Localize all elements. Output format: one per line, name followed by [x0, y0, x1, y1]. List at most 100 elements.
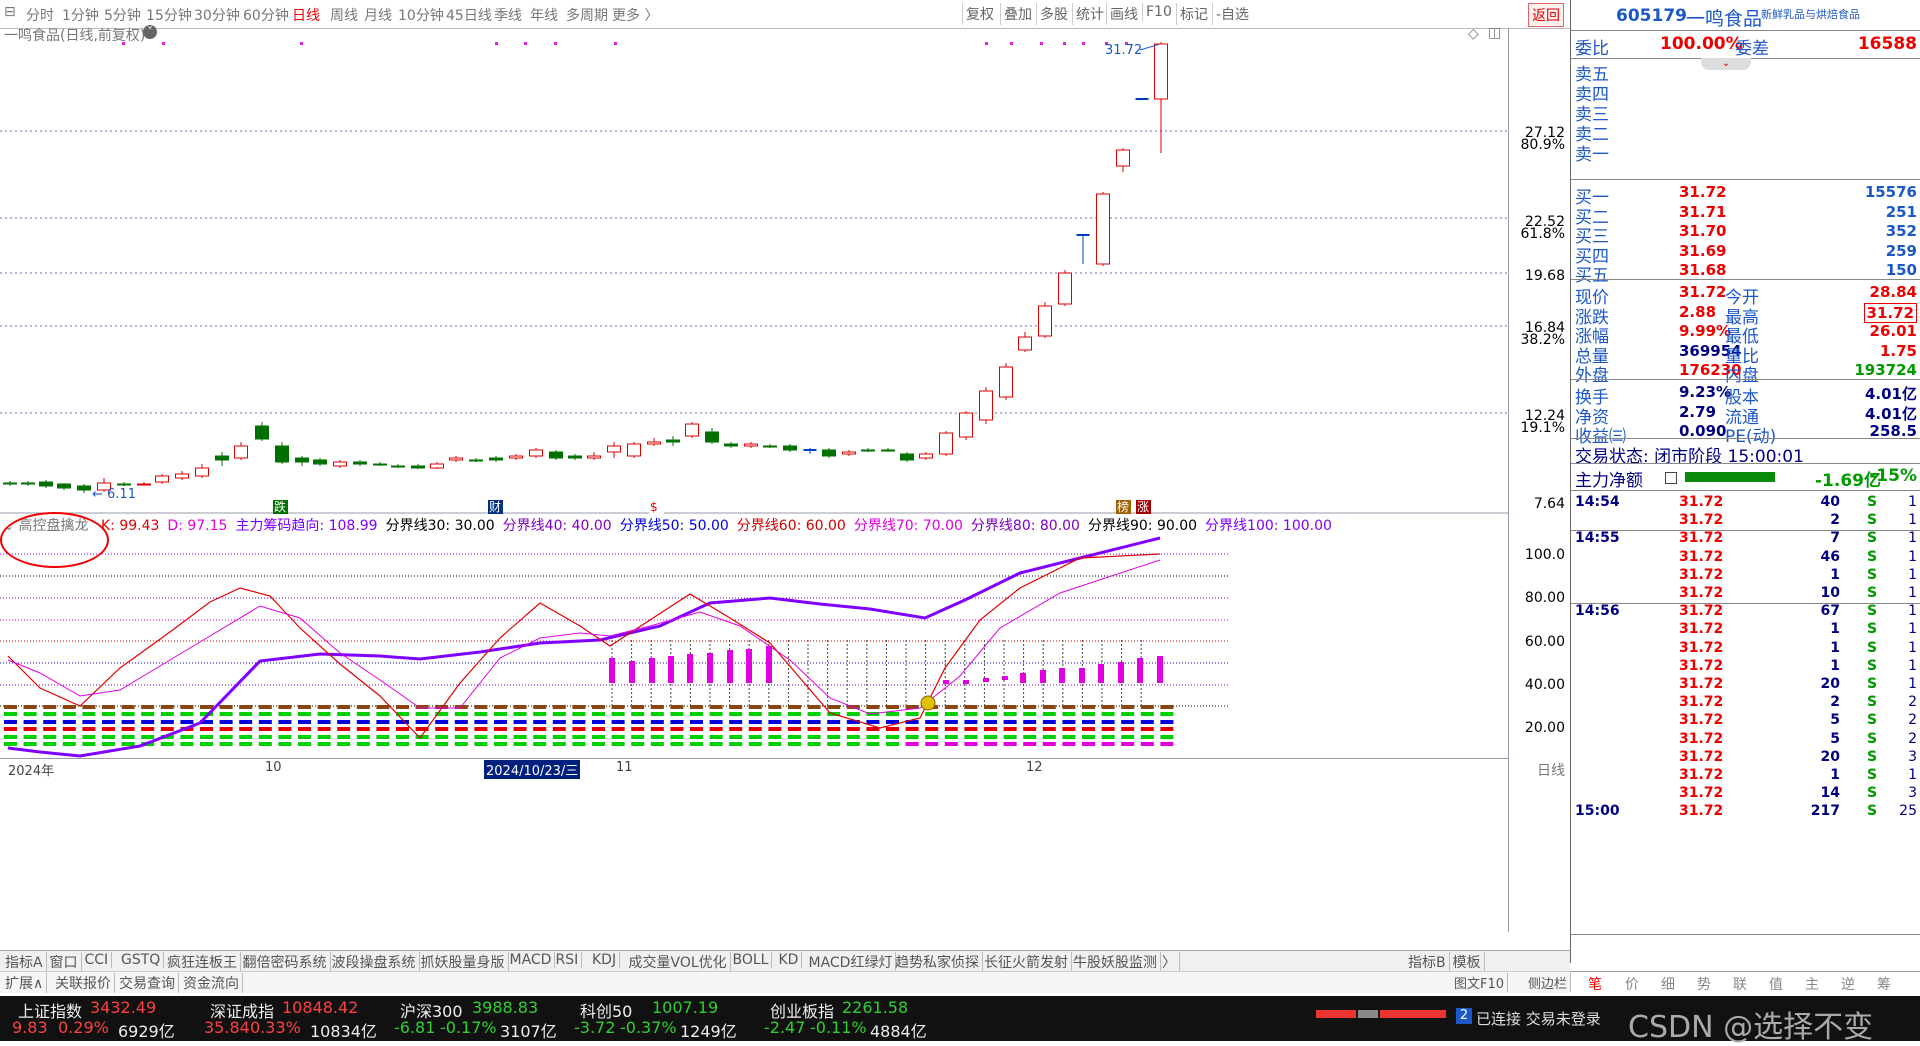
extend-tab[interactable]: 资金流向: [180, 973, 243, 993]
diamond-icon[interactable]: ◇: [1468, 26, 1479, 42]
toolbar-button[interactable]: 多股: [1036, 3, 1071, 25]
period-tab[interactable]: 更多 〉: [612, 5, 658, 25]
toolbar-button[interactable]: -自选: [1212, 3, 1252, 25]
panel-toggle-icon[interactable]: ◫: [1488, 25, 1501, 41]
toolbar-button[interactable]: 复权: [962, 3, 997, 25]
indicator-dash: [102, 742, 115, 746]
indicator-tab[interactable]: GSTQ: [118, 952, 165, 968]
chart-canvas[interactable]: 31.72 ← 6.11 跌 财 $ 榜涨: [0, 28, 1508, 932]
indicator-dash: [200, 727, 213, 731]
indicator-tab[interactable]: CCI: [82, 952, 113, 968]
toolbar-button[interactable]: 叠加: [1000, 3, 1035, 25]
panel-tab[interactable]: 势: [1697, 974, 1711, 994]
period-tab[interactable]: 月线: [364, 5, 392, 25]
kline-chart[interactable]: 31.72 ← 6.11 跌财 $ 榜涨 一鸣食品(日线,前复权) ˅ ◇ ◫ ⌄ 高控…: [0, 25, 1508, 932]
indicator-tab[interactable]: 成交量VOL优化: [626, 952, 731, 972]
back-button[interactable]: 返回: [1528, 3, 1564, 27]
toolbar-button[interactable]: F10: [1142, 3, 1175, 21]
toolbar-button[interactable]: 画线: [1106, 3, 1141, 25]
indicator-dash: [709, 720, 723, 724]
indicator-dash: [592, 712, 605, 716]
period-tab[interactable]: 年线: [530, 5, 558, 25]
connection-icon[interactable]: 2: [1456, 1008, 1472, 1024]
indicator-tab[interactable]: 翻倍密码系统: [240, 952, 331, 972]
indicator-dash: [239, 727, 253, 731]
extend-tab[interactable]: 关联报价: [52, 973, 115, 993]
period-tab[interactable]: 15分钟: [146, 5, 192, 25]
indicator-tab[interactable]: KD: [776, 952, 803, 968]
indicator-dash: [886, 705, 899, 709]
extend-tab[interactable]: 交易查询: [116, 973, 179, 993]
panel-tab[interactable]: 主: [1805, 974, 1819, 994]
tick-side: S: [1867, 767, 1878, 783]
panel-tab[interactable]: 价: [1625, 974, 1639, 994]
period-tab[interactable]: 60分钟: [243, 5, 289, 25]
candle-body: [155, 475, 169, 483]
indicator-tab[interactable]: 窗口: [47, 952, 82, 972]
indicator-dash: [1160, 742, 1174, 746]
period-tab[interactable]: 1分钟: [62, 5, 99, 25]
indicator-tab[interactable]: RSI: [553, 952, 583, 968]
indicator-tab[interactable]: 波段操盘系统: [329, 952, 420, 972]
indicator-dash: [846, 742, 860, 746]
panel-tab[interactable]: 联: [1733, 974, 1747, 994]
indicator-tab[interactable]: 趋势私家侦探: [892, 952, 983, 972]
period-tab[interactable]: 分时: [26, 5, 54, 25]
tick-row: 31.72 14 S 3: [1575, 785, 1920, 803]
indicator-dash: [298, 742, 311, 746]
indicator-dash: [513, 727, 527, 731]
chevron-down-icon[interactable]: ˅: [143, 25, 157, 39]
indicator-dash: [1042, 727, 1056, 731]
sell-row[interactable]: 卖一: [1575, 140, 1920, 165]
indicator-dash: [748, 727, 762, 731]
indicator-dash: [337, 712, 351, 716]
panel-link[interactable]: 图文F10: [1451, 973, 1509, 992]
panel-tab[interactable]: 筹: [1877, 974, 1891, 994]
candle-body: [469, 459, 483, 462]
period-tab[interactable]: 多周期: [566, 5, 608, 25]
tick-count: 1: [1908, 494, 1917, 510]
indicator-dash: [121, 727, 135, 731]
indicator-tab[interactable]: KDJ: [589, 952, 621, 968]
buy-row[interactable]: 买五 31.68 150: [1575, 261, 1920, 286]
candle-body: [763, 445, 777, 448]
indicator-tab[interactable]: 指标B: [1405, 952, 1450, 972]
period-tab[interactable]: 日线: [292, 5, 320, 25]
panel-tab[interactable]: 值: [1769, 974, 1783, 994]
window-icon[interactable]: ⊟: [4, 4, 16, 20]
period-tab[interactable]: 10分钟: [398, 5, 444, 25]
indicator-dash: [729, 705, 743, 709]
toolbar-button[interactable]: 标记: [1176, 3, 1211, 25]
indicator-tab[interactable]: MACD红绿灯: [806, 952, 897, 972]
indicator-tab[interactable]: MACD: [507, 952, 556, 968]
indicator-tab[interactable]: 长征火箭发射: [981, 952, 1072, 972]
indicator-tab[interactable]: 指标A: [2, 952, 47, 972]
indicator-dash: [768, 727, 782, 731]
panel-link[interactable]: 侧边栏: [1525, 973, 1572, 992]
extend-tab[interactable]: 扩展∧: [2, 973, 48, 993]
indicator-dash: [768, 705, 782, 709]
period-tab[interactable]: 周线: [330, 5, 358, 25]
indicator-tab[interactable]: 抓妖股量身版: [418, 952, 509, 972]
table-icon[interactable]: [1665, 472, 1677, 484]
period-tab[interactable]: 30分钟: [194, 5, 240, 25]
indicator-dash: [298, 735, 311, 739]
indicator-tab[interactable]: 模板: [1450, 952, 1485, 972]
panel-tab[interactable]: 细: [1661, 974, 1675, 994]
indicator-dash: [748, 742, 762, 746]
indicator-dash: [709, 727, 723, 731]
indicator-tab[interactable]: BOLL: [730, 952, 773, 968]
panel-tab[interactable]: 逆: [1841, 974, 1855, 994]
period-tab[interactable]: 45日线: [446, 5, 492, 25]
indicator-tab[interactable]: 〉: [1159, 952, 1180, 972]
connection-status[interactable]: 已连接 交易未登录: [1476, 1008, 1601, 1029]
indicator-dash: [846, 727, 860, 731]
period-tab[interactable]: 5分钟: [104, 5, 141, 25]
indicator-tab[interactable]: 疯狂连板王: [164, 952, 241, 972]
indicator-tab[interactable]: 牛股妖股监测: [1070, 952, 1161, 972]
toolbar-button[interactable]: 统计: [1072, 3, 1107, 25]
period-tab[interactable]: 季线: [494, 5, 522, 25]
panel-tab[interactable]: 笔: [1588, 974, 1602, 994]
index-amount: 4884亿: [870, 1022, 927, 1041]
signal-dot: [1010, 42, 1013, 45]
